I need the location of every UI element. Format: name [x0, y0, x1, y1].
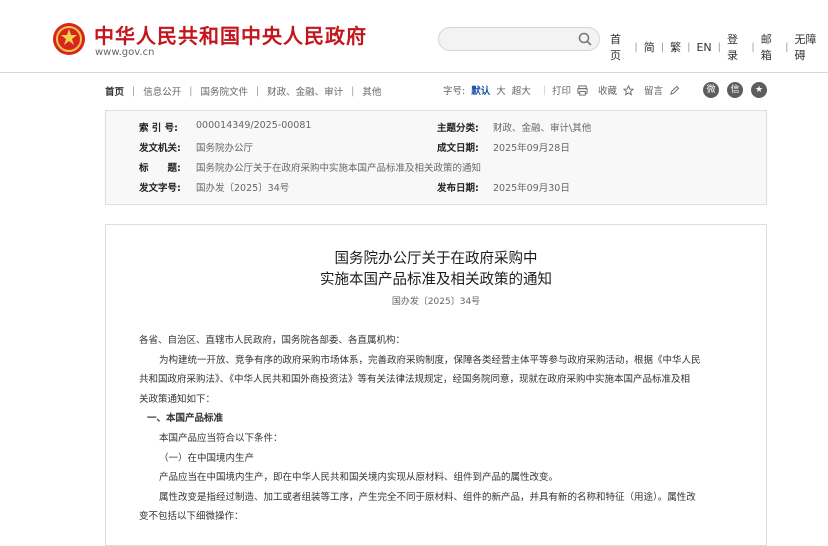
- category-label: 主题分类:: [437, 123, 479, 134]
- nav-home[interactable]: 首页: [604, 31, 634, 63]
- search-icon[interactable]: [577, 31, 593, 47]
- share-bar: 微 信 ★: [703, 82, 775, 98]
- paragraph: 为构建统一开放、竞争有序的政府采购市场体系，完善政府采购制度，保障各类经营主体平…: [159, 354, 701, 366]
- docno-label: 发文字号:: [139, 183, 181, 194]
- favorite-icon[interactable]: ★: [751, 82, 767, 98]
- publish-date-value: 2025年09月30日: [493, 183, 570, 194]
- font-size-default[interactable]: 默认: [471, 83, 490, 97]
- nav-traditional[interactable]: 繁: [664, 39, 687, 55]
- index-value: 000014349/2025-00081: [196, 120, 312, 131]
- breadcrumb: 首页 | 信息公开 | 国务院文件 | 财政、金融、审计 | 其他: [105, 84, 381, 99]
- national-emblem-icon[interactable]: [52, 22, 86, 56]
- nav-login[interactable]: 登录: [721, 31, 751, 63]
- meta-row: 标 题: 国务院办公厅关于在政府采购中实施本国产品标准及相关政策的通知: [106, 160, 766, 178]
- article-doc-number: 国办发〔2025〕34号: [391, 297, 481, 307]
- issuer-value: 国务院办公厅: [196, 143, 254, 154]
- nav-simplified[interactable]: 简: [638, 39, 661, 55]
- breadcrumb-item[interactable]: 国务院文件: [200, 84, 248, 98]
- breadcrumb-item[interactable]: 其他: [362, 84, 381, 98]
- wechat-icon[interactable]: 信: [727, 82, 743, 98]
- site-header: 中华人民共和国中央人民政府 www.gov.cn 首页 | 简 | 繁 | EN | 登…: [0, 0, 828, 73]
- meta-row: 发文机关: 国务院办公厅 成文日期: 2025年09月28日: [106, 140, 766, 158]
- nav-accessibility[interactable]: 无障碍: [788, 31, 828, 63]
- paragraph: 本国产品应当符合以下条件：: [159, 432, 283, 444]
- issuer-label: 发文机关:: [139, 143, 181, 154]
- nav-english[interactable]: EN: [690, 41, 717, 54]
- favorite-button[interactable]: 收藏: [598, 83, 617, 97]
- breadcrumb-item[interactable]: 信息公开: [143, 84, 181, 98]
- category-value: 财政、金融、审计\其他: [493, 123, 592, 134]
- comment-button[interactable]: 留言: [644, 83, 663, 97]
- breadcrumb-item[interactable]: 财政、金融、审计: [267, 84, 343, 98]
- top-nav: 首页 | 简 | 繁 | EN | 登录 | 邮箱 | 无障碍: [604, 31, 828, 63]
- meta-row: 发文字号: 国办发〔2025〕34号 发布日期: 2025年09月30日: [106, 180, 766, 198]
- font-size-large[interactable]: 大: [496, 83, 506, 97]
- docno-value: 国办发〔2025〕34号: [196, 183, 290, 194]
- star-icon[interactable]: [622, 84, 634, 96]
- article-body: 国务院办公厅关于在政府采购中 实施本国产品标准及相关政策的通知 国办发〔2025…: [105, 224, 767, 546]
- search-input[interactable]: [438, 27, 600, 51]
- breadcrumb-home[interactable]: 首页: [105, 84, 124, 98]
- paragraph: 变不包括以下细微操作：: [139, 511, 244, 523]
- article-tools: 字号: 默认 大 超大 | 打印 收藏 留言: [443, 83, 690, 97]
- paragraph: 关政策通知如下：: [139, 393, 216, 405]
- tools-divider: |: [542, 84, 546, 96]
- nav-mail[interactable]: 邮箱: [755, 31, 785, 63]
- article-title-line: 国务院办公厅关于在政府采购中: [334, 251, 538, 267]
- written-date-value: 2025年09月28日: [493, 143, 570, 154]
- breadcrumb-separator: |: [351, 85, 355, 97]
- subsection-heading: （一）在中国境内生产: [159, 452, 255, 464]
- breadcrumb-separator: |: [189, 85, 193, 97]
- index-label: 索 引 号:: [139, 123, 178, 134]
- paragraph: 属性改变是指经过制造、加工或者组装等工序，产生完全不同于原材料、组件的新产品，并…: [159, 491, 696, 503]
- salutation: 各省、自治区、直辖市人民政府，国务院各部委、各直属机构：: [139, 335, 406, 346]
- font-size-label: 字号:: [443, 86, 466, 97]
- meta-row: 索 引 号: 000014349/2025-00081 主题分类: 财政、金融、…: [106, 120, 766, 138]
- site-name[interactable]: 中华人民共和国中央人民政府: [94, 20, 367, 49]
- site-url[interactable]: www.gov.cn: [95, 47, 154, 58]
- font-size-xlarge[interactable]: 超大: [512, 83, 531, 97]
- document-metadata: 索 引 号: 000014349/2025-00081 主题分类: 财政、金融、…: [105, 110, 767, 205]
- paragraph: 共和国政府采购法》、《中华人民共和国外商投资法》等有关法律法规规定，经国务院同意…: [139, 374, 691, 386]
- section-heading: 一、本国产品标准: [147, 413, 224, 425]
- article-text: 各省、自治区、直辖市人民政府，国务院各部委、各直属机构： 为构建统一开放、竞争有…: [139, 331, 739, 527]
- weibo-icon[interactable]: 微: [703, 82, 719, 98]
- pencil-icon[interactable]: [669, 85, 680, 96]
- print-icon[interactable]: [577, 84, 588, 96]
- title-label: 标 题:: [139, 163, 181, 174]
- title-value: 国务院办公厅关于在政府采购中实施本国产品标准及相关政策的通知: [196, 163, 482, 174]
- article-title-line: 实施本国产品标准及相关政策的通知: [320, 272, 552, 288]
- publish-date-label: 发布日期:: [437, 183, 479, 194]
- breadcrumb-separator: |: [255, 85, 260, 97]
- paragraph: 产品应当在中国境内生产，即在中华人民共和国关境内实现从原材料、组件到产品的属性改…: [159, 472, 559, 484]
- written-date-label: 成文日期:: [437, 143, 479, 154]
- breadcrumb-separator: |: [132, 85, 136, 97]
- print-button[interactable]: 打印: [552, 83, 571, 97]
- article-title: 国务院办公厅关于在政府采购中 实施本国产品标准及相关政策的通知: [106, 249, 766, 291]
